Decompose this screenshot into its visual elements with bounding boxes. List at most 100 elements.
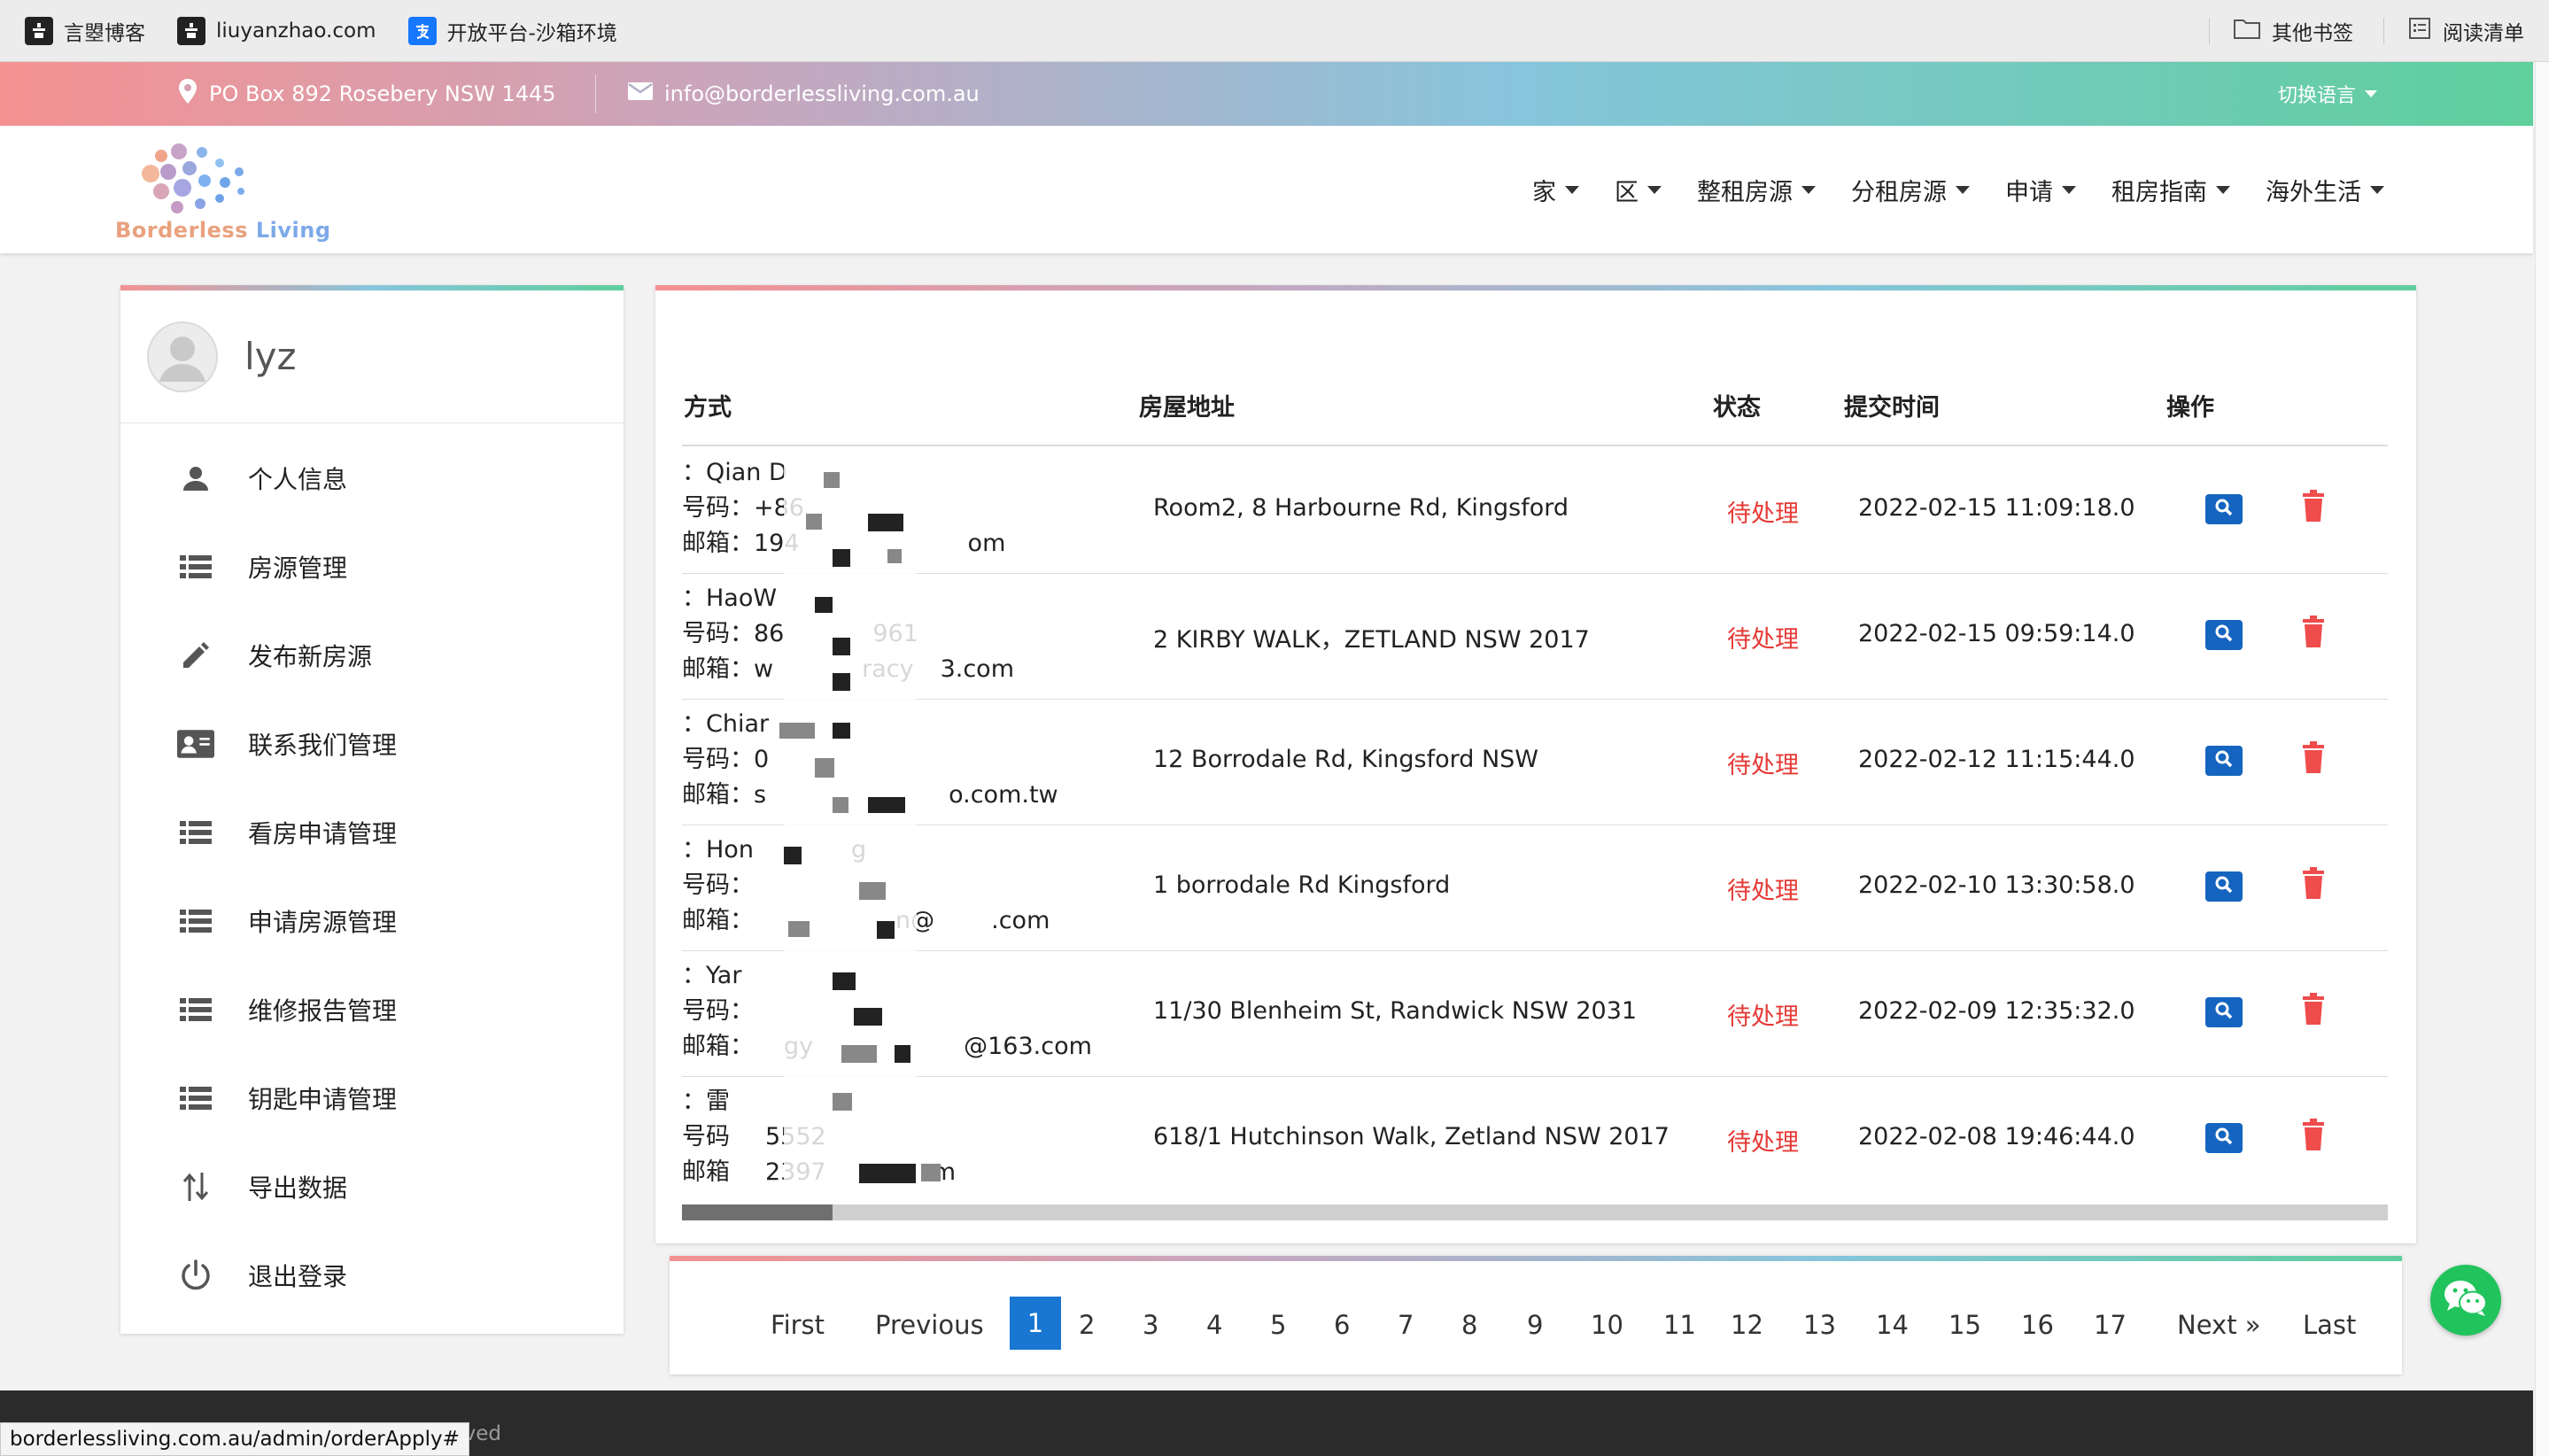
address-text: PO Box 892 Rosebery NSW 1445 (209, 81, 556, 106)
nav-item-home[interactable]: 家 (1516, 173, 1595, 207)
pagination-last[interactable]: Last (2303, 1298, 2356, 1351)
sidebar-item-profile[interactable]: 个人信息 (120, 434, 624, 523)
bookmark-3-label: 开放平台-沙箱环境 (446, 21, 617, 45)
sidebar-item-publish[interactable]: 发布新房源 (120, 611, 624, 700)
property-address: 618/1 Hutchinson Walk, Zetland NSW 2017 (1153, 1123, 1670, 1150)
sidebar-item-contact[interactable]: 联系我们管理 (120, 700, 624, 788)
view-button[interactable] (2205, 494, 2243, 524)
pagination-page[interactable]: 15 (1949, 1298, 1981, 1351)
trash-icon (2301, 866, 2326, 905)
pagination-previous[interactable]: Previous (875, 1298, 984, 1351)
property-address: Room2, 8 Harbourne Rd, Kingsford (1153, 494, 1569, 522)
view-button[interactable] (2205, 1123, 2243, 1153)
nav-item-apply[interactable]: 申请 (1989, 173, 2092, 207)
pagination-page[interactable]: 4 (1206, 1298, 1222, 1351)
browser-status-url: borderlessliving.com.au/admin/orderApply… (0, 1422, 469, 1456)
contact-email-suffix: 3.com (940, 655, 1015, 683)
scrollbar-thumb[interactable] (682, 1204, 833, 1220)
pagination-page[interactable]: 5 (1270, 1298, 1286, 1351)
status-badge: 待处理 (1727, 878, 1799, 905)
pagination-page[interactable]: 12 (1731, 1298, 1763, 1351)
contact-email-suffix: om (967, 530, 1006, 557)
delete-button[interactable] (2299, 1118, 2328, 1155)
page-vertical-scrollbar[interactable] (2535, 62, 2549, 1456)
bookmarks-divider (2209, 17, 2210, 44)
sidebar-item-logout[interactable]: 退出登录 (120, 1231, 624, 1320)
search-icon (2213, 747, 2235, 775)
table-header: 方式 房屋地址 状态 提交时间 操作 (682, 379, 2388, 446)
wechat-chat-button[interactable] (2430, 1265, 2501, 1336)
pencil-icon (177, 637, 214, 674)
pagination-page[interactable]: 6 (1334, 1298, 1350, 1351)
view-button[interactable] (2205, 620, 2243, 650)
sidebar-item-label: 个人信息 (248, 465, 348, 494)
email-info[interactable]: info@borderlessliving.com.au (627, 81, 980, 107)
nav-item-label: 海外生活 (2266, 178, 2361, 206)
pagination-page[interactable]: 16 (2021, 1298, 2054, 1351)
pagination-page[interactable]: 2 (1079, 1298, 1095, 1351)
sidebar-item-keys[interactable]: 钥匙申请管理 (120, 1054, 624, 1142)
search-icon (2213, 999, 2235, 1026)
nav-item-whole-rental[interactable]: 整租房源 (1681, 173, 1832, 207)
contact-divider (595, 74, 596, 113)
sidebar-item-label: 房源管理 (248, 554, 348, 583)
pagination-page[interactable]: 11 (1663, 1298, 1696, 1351)
nav-item-area[interactable]: 区 (1599, 173, 1677, 207)
reading-list[interactable]: 阅读清单 (2407, 16, 2524, 46)
list-icon (177, 814, 214, 851)
nav-item-label: 整租房源 (1697, 178, 1793, 206)
pagination-page[interactable]: 9 (1527, 1298, 1543, 1351)
sidebar-item-repairs[interactable]: 维修报告管理 (120, 965, 624, 1054)
bookmark-1[interactable]: 言曌博客 (25, 16, 145, 46)
trash-icon (2301, 740, 2326, 779)
bookmark-3[interactable]: 开放平台-沙箱环境 (407, 16, 617, 46)
contact-email-prefix: 邮箱： (682, 907, 754, 934)
caret-down-icon (2370, 185, 2384, 194)
pagination-page-current[interactable]: 1 (1010, 1297, 1061, 1350)
view-button[interactable] (2205, 746, 2243, 776)
nav-item-label: 分租房源 (1851, 178, 1947, 206)
pagination-page[interactable]: 3 (1143, 1298, 1158, 1351)
view-button[interactable] (2205, 997, 2243, 1027)
account-sidebar: lyz 个人信息 房源管理 发布新房源 联系我们管理 看房申请管理 申请房源管理 (120, 285, 624, 1334)
delete-button[interactable] (2299, 740, 2328, 779)
brand-name: Borderless Living (115, 218, 331, 243)
language-switcher[interactable]: 切换语言 (2278, 80, 2377, 108)
person-icon (177, 460, 214, 497)
nav-item-shared-rental[interactable]: 分租房源 (1835, 173, 1986, 207)
column-header-status: 状态 (1713, 394, 1761, 422)
delete-button[interactable] (2299, 992, 2328, 1029)
table-horizontal-scrollbar[interactable] (682, 1204, 2388, 1220)
delete-button[interactable] (2299, 866, 2328, 905)
sidebar-item-label: 导出数据 (248, 1173, 348, 1203)
nav-item-label: 家 (1532, 178, 1556, 206)
sidebar-item-export[interactable]: 导出数据 (120, 1142, 624, 1231)
pagination-page[interactable]: 8 (1461, 1298, 1477, 1351)
pagination-page[interactable]: 7 (1398, 1298, 1414, 1351)
other-bookmarks[interactable]: 其他书签 (2233, 16, 2353, 46)
sidebar-item-viewing[interactable]: 看房申请管理 (120, 788, 624, 877)
sidebar-item-label: 联系我们管理 (248, 731, 398, 760)
pagination-page[interactable]: 14 (1876, 1298, 1909, 1351)
sidebar-item-applications[interactable]: 申请房源管理 (120, 877, 624, 965)
contact-phone-prefix: 号码：86 (682, 620, 785, 647)
sidebar-menu: 个人信息 房源管理 发布新房源 联系我们管理 看房申请管理 申请房源管理 维修报… (120, 423, 624, 1320)
view-button[interactable] (2205, 871, 2243, 902)
bookmark-2[interactable]: liuyanzhao.com (177, 16, 376, 45)
sidebar-item-listings[interactable]: 房源管理 (120, 523, 624, 611)
main-navbar: Borderless Living 家 区 整租房源 分租房源 申请 租房指南 … (0, 126, 2533, 253)
nav-item-overseas-life[interactable]: 海外生活 (2250, 173, 2400, 207)
pagination-page[interactable]: 10 (1591, 1298, 1623, 1351)
language-label: 切换语言 (2277, 85, 2356, 107)
sidebar-item-label: 发布新房源 (248, 642, 373, 671)
delete-button[interactable] (2299, 489, 2328, 526)
status-badge: 待处理 (1727, 626, 1799, 654)
pagination-page[interactable]: 13 (1803, 1298, 1836, 1351)
mail-icon (627, 81, 654, 107)
delete-button[interactable] (2299, 615, 2328, 652)
pagination-next[interactable]: Next » (2177, 1298, 2261, 1351)
pagination-first[interactable]: First (771, 1298, 825, 1351)
nav-item-rental-guide[interactable]: 租房指南 (2096, 173, 2246, 207)
pagination-page[interactable]: 17 (2094, 1298, 2127, 1351)
search-icon (2213, 622, 2235, 649)
